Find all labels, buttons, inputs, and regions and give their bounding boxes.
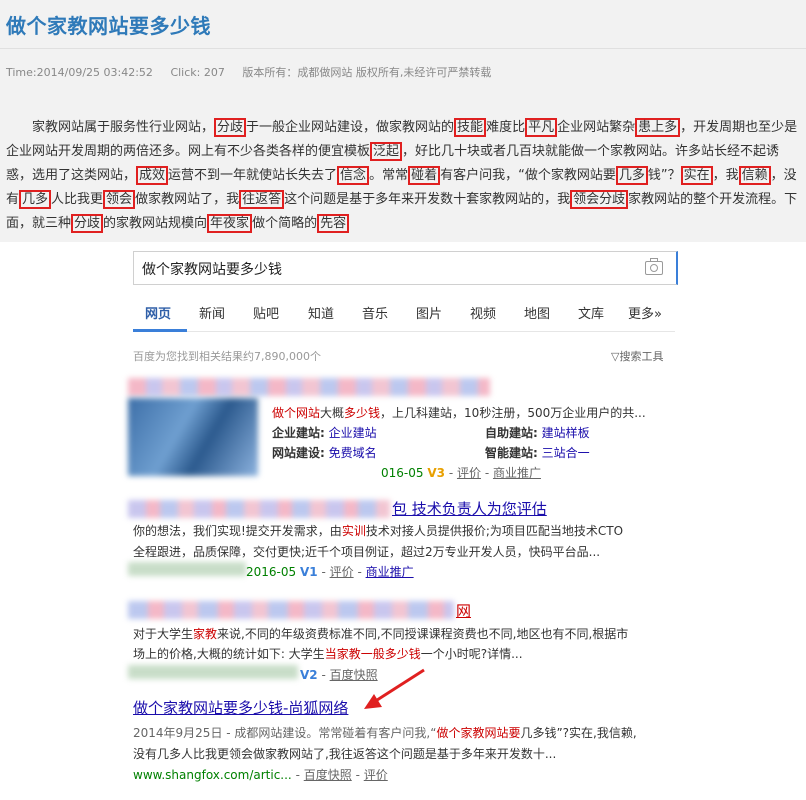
r3-title-link[interactable]: 网 [456,600,471,621]
r1-link-3[interactable]: 免费域名 [329,446,377,460]
search-input[interactable]: 做个家教网站要多少钱 [142,259,282,279]
blurred-r3-title [128,601,454,619]
camera-icon[interactable] [645,258,663,275]
r2-title-link[interactable]: 包 技术负责人为您评估 [392,498,547,519]
tab-tieba[interactable]: 贴吧 [253,303,279,322]
paragraph-text: 做个简略的 [252,216,318,231]
paragraph-text: 钱”？ [647,168,681,183]
paragraph-text: 难度比 [486,120,526,135]
r4-snapshot-link[interactable]: 百度快照 [304,768,352,782]
highlighted-word: 成效 [136,166,169,185]
r2-line2: 全程跟进，品质保障，交付更快;近千个项目例证，超过2万专业开发人员，快码平台品.… [133,545,601,559]
highlighted-word: 先容 [317,214,350,233]
highlighted-word: 分歧 [214,118,247,137]
blurred-ad-title [128,378,490,396]
article-meta: Time:2014/09/25 03:42:52 Click: 207 版本所有… [6,64,505,80]
tab-music[interactable]: 音乐 [362,303,388,322]
highlighted-word: 领会分歧 [570,190,629,209]
r1-footer: 016-05 V3 - 评价 - 商业推广 [381,466,541,480]
r1-link-1[interactable]: 企业建站 [329,426,377,440]
blurred-r2-url [128,562,246,576]
highlighted-word: 患上多 [635,118,681,137]
meta-rights: 版本所有：成都做网站 版权所有,未经许可严禁转载 [242,66,492,79]
paragraph-text: 家教网站属于服务性行业网站， [32,120,215,135]
result-count: 百度为您找到相关结果约7,890,000个 [133,350,321,363]
article-title: 做个家教网站要多少钱 [6,14,211,38]
highlighted-word: 分歧 [71,214,104,233]
highlighted-word: 信念 [337,166,370,185]
r1-eval-link[interactable]: 评价 [457,466,481,480]
r2-line1: 你的想法，我们实现!提交开发需求，由实训技术对接人员提供报价;为项目匹配当地技术… [133,524,624,538]
article-paragraph: 家教网站属于服务性行业网站， 分歧 于一般企业网站建设，做家教网站的 技能 难度比 平凡企… [6,116,802,236]
meta-click: Click: 207 [170,66,225,79]
paragraph-text: 于一般企业网站建设，做家教网站的 [246,120,455,135]
tab-zhidao[interactable]: 知道 [308,303,334,322]
tab-map[interactable]: 地图 [524,303,550,322]
paragraph-text: 。常常 [369,168,409,183]
paragraph-text: ，我 [712,168,739,183]
paragraph-text: 的家教网站规模向 [103,216,208,231]
search-tools-button[interactable]: ▽搜索工具 [611,348,663,364]
r3-line2: 场上的价格,大概的统计如下: 大学生当家教一般多少钱一个小时呢?详情... [133,647,523,661]
search-tabs: 网页 新闻 贴吧 知道 音乐 图片 视频 地图 文库 更多» [133,303,675,332]
tab-wenku[interactable]: 文库 [578,303,604,322]
paragraph-text: 运营不到一年就使站长失去了 [168,168,338,183]
r1-promo-link[interactable]: 商业推广 [493,466,541,480]
r1-link-2[interactable]: 建站样板 [542,426,590,440]
v-badge-icon: V3 [427,466,445,480]
r4-line1: 2014年9月25日 - 成都网站建设。常常碰着有客户问我,“做个家教网站要几多… [133,726,637,740]
active-tab-indicator [133,329,187,332]
v-badge-icon: V1 [299,565,318,579]
r2-eval-link[interactable]: 评价 [330,565,354,579]
paragraph-text: 人比我更 [51,192,104,207]
highlighted-word: 碰着 [408,166,441,185]
tab-news[interactable]: 新闻 [199,303,225,322]
tab-more[interactable]: 更多» [628,303,662,322]
highlighted-word: 平凡 [525,118,558,137]
red-arrow-annotation-icon [364,668,425,709]
r4-title-link[interactable]: 做个家教网站要多少钱-尚狐网络 [133,697,348,718]
r4-url[interactable]: www.shangfox.com/artic... [133,768,292,782]
highlighted-word: 往返答 [239,190,285,209]
r1-sub2: 自助建站: 建站样板 [485,426,590,440]
search-box[interactable]: 做个家教网站要多少钱 [133,251,678,285]
tab-video[interactable]: 视频 [470,303,496,322]
highlighted-word: 泛起 [370,142,403,161]
highlighted-word: 实在 [680,166,713,185]
v-badge-icon: V2 [300,668,318,682]
r4-line2: 没有几多人比我更领会做家教网站了,我往返答这个问题是基于多年来开发数十... [133,747,557,761]
r2-promo-link[interactable]: 商业推广 [366,565,414,579]
r4-eval-link[interactable]: 评价 [364,768,388,782]
r1-sub1: 企业建站: 企业建站 [272,426,377,440]
highlighted-word: 几多 [615,166,648,185]
highlighted-word: 年夜家 [207,214,253,233]
highlighted-word: 技能 [454,118,487,137]
paragraph-text: 有客户问我，“做个家教网站要 [440,168,616,183]
r1-sub3: 网站建设: 免费域名 [272,446,377,460]
highlighted-word: 领会 [103,190,136,209]
highlighted-word: 信赖 [738,166,771,185]
divider [0,48,806,49]
r1-desc: 做个网站大概多少钱，上几科建站，10秒注册，500万企业用户的共... [272,406,646,420]
highlighted-word: 几多 [19,190,52,209]
paragraph-text: 做家教网站了，我 [135,192,240,207]
blurred-r3-url [128,665,298,679]
r2-footer: 2016-05 V1 - 评价 - 商业推广 [246,565,414,579]
paragraph-text: 这个问题是基于多年来开发数十套家教网站的，我 [284,192,571,207]
meta-time: Time:2014/09/25 03:42:52 [6,66,153,79]
blurred-r2-title [128,500,390,518]
r4-footer: www.shangfox.com/artic... - 百度快照 - 评价 [133,768,388,782]
r1-sub4: 智能建站: 三站合一 [485,446,590,460]
blurred-ad-image [128,398,258,476]
tab-images[interactable]: 图片 [416,303,442,322]
tab-web[interactable]: 网页 [145,303,171,322]
paragraph-text: 企业网站繁杂 [557,120,636,135]
article-header: 做个家教网站要多少钱 Time:2014/09/25 03:42:52 Clic… [0,0,806,242]
r1-link-4[interactable]: 三站合一 [542,446,590,460]
r3-line1: 对于大学生家教来说,不同的年级资费标准不同,不同授课课程资费也不同,地区也有不同… [133,627,629,641]
